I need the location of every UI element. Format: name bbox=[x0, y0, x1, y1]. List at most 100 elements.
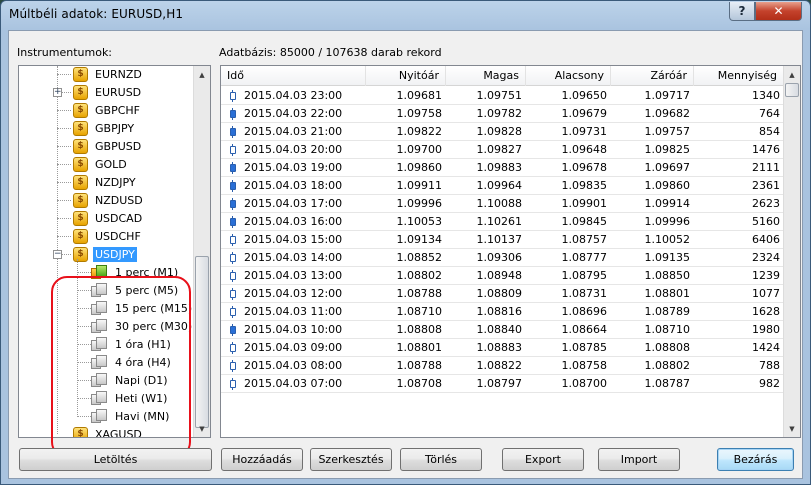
table-cell-open: 1.09822 bbox=[396, 125, 443, 138]
table-row[interactable]: 2015.04.03 15:00 1.09134 1.10137 1.08757 1.1… bbox=[221, 231, 784, 249]
table-cell-volume: 1239 bbox=[752, 269, 780, 282]
table-cell-close: 1.08801 bbox=[644, 287, 691, 300]
expand-icon[interactable]: + bbox=[53, 88, 62, 97]
candle-body bbox=[230, 326, 236, 334]
table-row[interactable]: 2015.04.03 19:00 1.09860 1.09883 1.09678 1.0… bbox=[221, 159, 784, 177]
table-cell-time: 2015.04.03 18:00 bbox=[244, 179, 343, 192]
tree-item-symbol[interactable]: $ USDCAD bbox=[73, 209, 144, 227]
column-header[interactable]: Záróár bbox=[611, 66, 694, 86]
tree-item-symbol[interactable]: $ GBPCHF bbox=[73, 101, 142, 119]
table-cell-low: 1.09731 bbox=[561, 125, 608, 138]
table-header: Idő Nyitóár Magas Alacsony Záróár Mennyiség bbox=[221, 66, 784, 86]
table-row[interactable]: 2015.04.03 09:00 1.08801 1.08883 1.08785 1.0… bbox=[221, 339, 784, 357]
table-scrollbar[interactable]: ▲ ▼ bbox=[783, 66, 800, 437]
tree-item-symbol[interactable]: $ GBPUSD bbox=[73, 137, 143, 155]
table-row[interactable]: 2015.04.03 10:00 1.08808 1.08840 1.08664 1.0… bbox=[221, 321, 784, 339]
table-cell-close: 1.09697 bbox=[644, 161, 691, 174]
tree-item-symbol[interactable]: $ NZDJPY bbox=[73, 173, 138, 191]
table-cell-low: 1.08758 bbox=[561, 359, 608, 372]
tree-item-symbol[interactable]: $ USDJPY bbox=[73, 245, 137, 263]
table-row[interactable]: 2015.04.03 23:00 1.09681 1.09751 1.09650 1.0… bbox=[221, 87, 784, 105]
table-cell-low: 1.09648 bbox=[561, 143, 608, 156]
candle-icon bbox=[230, 306, 236, 318]
table-cell-high: 1.10261 bbox=[476, 215, 523, 228]
candle-icon bbox=[230, 180, 236, 192]
tree-item-label: USDJPY bbox=[93, 246, 137, 262]
scroll-up-arrow-icon[interactable]: ▲ bbox=[194, 66, 210, 83]
table-cell-time: 2015.04.03 14:00 bbox=[244, 251, 343, 264]
table-row[interactable]: 2015.04.03 17:00 1.09996 1.10088 1.09901 1.0… bbox=[221, 195, 784, 213]
tree-scrollbar[interactable]: ▲ ▼ bbox=[193, 66, 210, 437]
title-bar[interactable]: Múltbéli adatok: EURUSD,H1 ? ✕ bbox=[1, 1, 810, 29]
close-window-button[interactable]: ✕ bbox=[755, 2, 802, 21]
table-row[interactable]: 2015.04.03 18:00 1.09911 1.09964 1.09835 1.0… bbox=[221, 177, 784, 195]
table-row[interactable]: 2015.04.03 21:00 1.09822 1.09828 1.09731 1.0… bbox=[221, 123, 784, 141]
currency-coin-icon: $ bbox=[73, 66, 88, 82]
table-cell-high: 1.09883 bbox=[476, 161, 523, 174]
help-icon: ? bbox=[738, 4, 746, 18]
export-button[interactable]: Export bbox=[502, 448, 584, 471]
window-title: Múltbéli adatok: EURUSD,H1 bbox=[9, 7, 184, 21]
candle-icon bbox=[230, 90, 236, 102]
scroll-down-arrow-icon[interactable]: ▼ bbox=[784, 420, 800, 437]
scroll-up-arrow-icon[interactable]: ▲ bbox=[784, 66, 800, 83]
tree-item-label: USDCHF bbox=[95, 229, 141, 243]
tree-scroll-thumb[interactable] bbox=[195, 256, 209, 428]
table-cell-open: 1.09134 bbox=[396, 233, 443, 246]
column-header[interactable]: Magas bbox=[446, 66, 526, 86]
table-row[interactable]: 2015.04.03 11:00 1.08710 1.08816 1.08696 1.0… bbox=[221, 303, 784, 321]
close-button[interactable]: Bezárás bbox=[717, 448, 794, 471]
history-table[interactable]: Idő Nyitóár Magas Alacsony Záróár Mennyiség 2… bbox=[220, 65, 801, 438]
table-cell-low: 1.08731 bbox=[561, 287, 608, 300]
table-cell-open: 1.08808 bbox=[396, 323, 443, 336]
column-header[interactable]: Mennyiség bbox=[694, 66, 784, 86]
tree-item-symbol[interactable]: $ USDCHF bbox=[73, 227, 143, 245]
table-row[interactable]: 2015.04.03 08:00 1.08788 1.08822 1.08758 1.0… bbox=[221, 357, 784, 375]
table-cell-volume: 2111 bbox=[752, 161, 780, 174]
table-cell-low: 1.09901 bbox=[561, 197, 608, 210]
table-cell-low: 1.09845 bbox=[561, 215, 608, 228]
table-scroll-thumb[interactable] bbox=[785, 83, 799, 97]
table-row[interactable]: 2015.04.03 22:00 1.09758 1.09782 1.09679 1.0… bbox=[221, 105, 784, 123]
collapse-icon[interactable]: − bbox=[53, 250, 62, 259]
table-cell-time: 2015.04.03 10:00 bbox=[244, 323, 343, 336]
column-header[interactable]: Nyitóár bbox=[366, 66, 446, 86]
table-row[interactable]: 2015.04.03 16:00 1.10053 1.10261 1.09845 1.0… bbox=[221, 213, 784, 231]
close-icon: ✕ bbox=[773, 4, 784, 18]
table-cell-open: 1.08801 bbox=[396, 341, 443, 354]
tree-item-symbol[interactable]: $ GBPJPY bbox=[73, 119, 136, 137]
table-cell-volume: 2324 bbox=[752, 251, 780, 264]
table-row[interactable]: 2015.04.03 12:00 1.08788 1.08809 1.08731 1.0… bbox=[221, 285, 784, 303]
tree-item-symbol[interactable]: $ GOLD bbox=[73, 155, 129, 173]
scroll-down-arrow-icon[interactable]: ▼ bbox=[194, 420, 210, 437]
candle-body bbox=[230, 110, 236, 118]
table-cell-high: 1.09306 bbox=[476, 251, 523, 264]
import-button[interactable]: Import bbox=[598, 448, 680, 471]
edit-button[interactable]: Szerkesztés bbox=[310, 448, 392, 471]
column-header[interactable]: Idő bbox=[221, 66, 366, 86]
table-cell-open: 1.09911 bbox=[396, 179, 443, 192]
tree-connector bbox=[57, 182, 71, 183]
download-button[interactable]: Letöltés bbox=[19, 448, 212, 471]
candle-icon bbox=[230, 270, 236, 282]
table-cell-volume: 1424 bbox=[752, 341, 780, 354]
add-button[interactable]: Hozzáadás bbox=[221, 448, 303, 471]
table-row[interactable]: 2015.04.03 20:00 1.09700 1.09827 1.09648 1.0… bbox=[221, 141, 784, 159]
table-cell-time: 2015.04.03 08:00 bbox=[244, 359, 343, 372]
column-header[interactable]: Alacsony bbox=[526, 66, 611, 86]
tree-item-label: GBPCHF bbox=[95, 103, 140, 117]
tree-connector bbox=[57, 74, 71, 75]
candle-body bbox=[230, 182, 236, 190]
table-row[interactable]: 2015.04.03 14:00 1.08852 1.09306 1.08777 1.0… bbox=[221, 249, 784, 267]
table-cell-open: 1.09758 bbox=[396, 107, 443, 120]
table-row[interactable]: 2015.04.03 13:00 1.08802 1.08948 1.08795 1.0… bbox=[221, 267, 784, 285]
delete-button[interactable]: Törlés bbox=[400, 448, 482, 471]
tree-item-label: GBPJPY bbox=[95, 121, 135, 135]
table-row[interactable]: 2015.04.03 07:00 1.08708 1.08797 1.08700 1.0… bbox=[221, 375, 784, 393]
highlight-ring bbox=[51, 276, 191, 458]
help-button[interactable]: ? bbox=[729, 2, 755, 21]
tree-item-symbol[interactable]: $ NZDUSD bbox=[73, 191, 145, 209]
table-cell-time: 2015.04.03 09:00 bbox=[244, 341, 343, 354]
tree-item-symbol[interactable]: $ EURNZD bbox=[73, 66, 144, 83]
tree-item-symbol[interactable]: $ EURUSD bbox=[73, 83, 143, 101]
